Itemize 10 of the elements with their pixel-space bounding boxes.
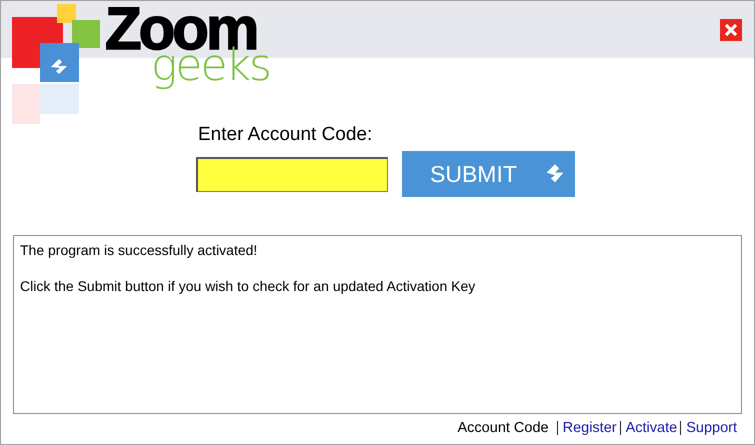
message-text: The program is successfully activated! <box>20 242 258 259</box>
footer-label: Account Code <box>458 421 550 435</box>
message-text: Click the Submit button if you wish to check for an updated Activation Key <box>20 278 476 295</box>
footer-link[interactable]: Register <box>556 421 620 435</box>
account-code-label: Enter Account Code: <box>198 124 374 146</box>
footer-link[interactable]: Activate <box>620 421 680 435</box>
account-code-field[interactable] <box>196 156 388 192</box>
close-icon <box>724 23 738 37</box>
close-button[interactable] <box>720 19 742 41</box>
footer-link[interactable]: Support <box>680 421 740 435</box>
